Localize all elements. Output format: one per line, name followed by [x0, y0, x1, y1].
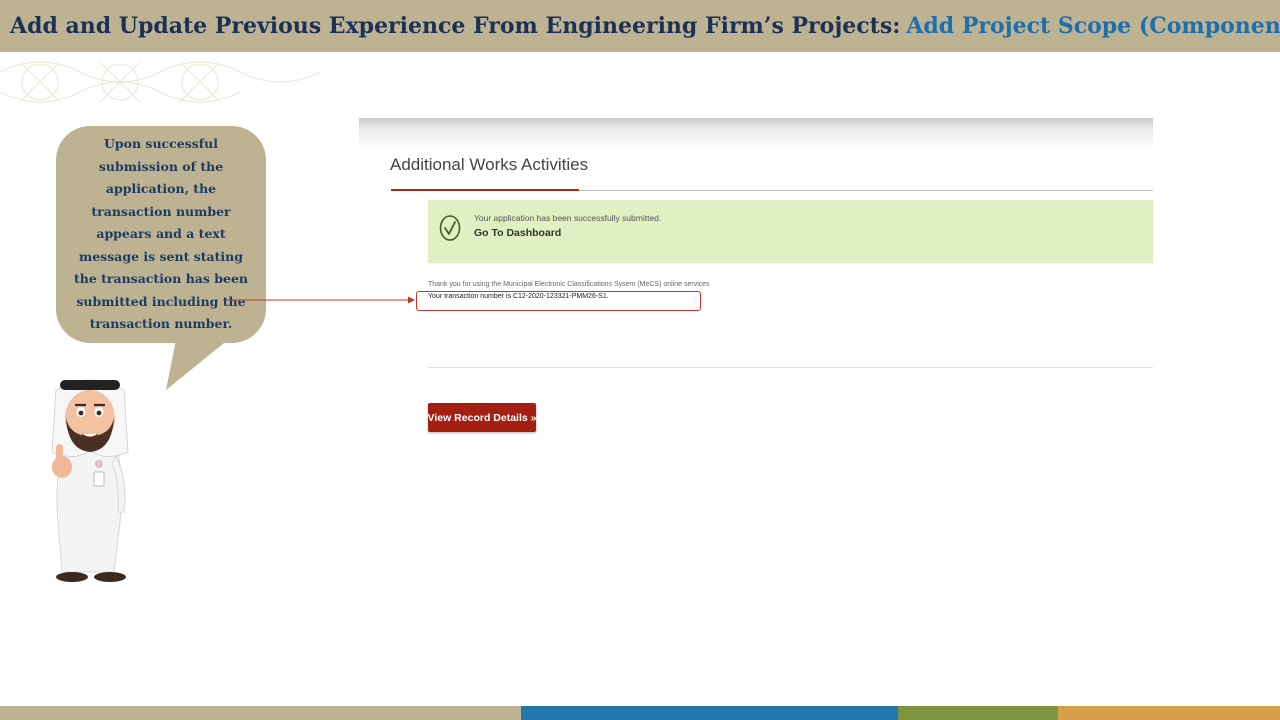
bottom-bar-segment-3	[898, 706, 1058, 720]
callout-text: Upon successful submission of the applic…	[73, 136, 249, 332]
bottom-bar-segment-4	[1058, 706, 1280, 720]
transaction-highlight-box: Your transaction number is C12-2020-1233…	[416, 291, 701, 311]
bottom-bar-segment-2	[521, 706, 898, 720]
slide-title: Add and Update Previous Experience From …	[10, 13, 901, 39]
slide-title-bar: Add and Update Previous Experience From …	[0, 0, 1280, 52]
success-message: Your application has been successfully s…	[474, 213, 662, 223]
go-to-dashboard-link[interactable]: Go To Dashboard	[474, 227, 561, 239]
view-record-details-button[interactable]: View Record Details »	[428, 403, 536, 432]
heading-accent-line	[391, 189, 579, 191]
bottom-color-bar	[0, 706, 1280, 720]
transaction-number-text: Your transaction number is C12-2020-1233…	[428, 293, 609, 300]
check-circle-icon	[439, 215, 461, 241]
guide-character	[51, 379, 129, 582]
speech-bubble: Upon successful submission of the applic…	[56, 126, 266, 343]
success-alert: Your application has been successfully s…	[428, 200, 1153, 263]
section-heading: Additional Works Activities	[390, 155, 589, 174]
slide-title-accent: Add Project Scope (Component)	[906, 13, 1280, 39]
thank-you-text: Thank you for using the Municipal Electr…	[428, 281, 710, 288]
content-divider	[428, 367, 1153, 368]
bottom-bar-segment-1	[0, 706, 521, 720]
decorative-pattern	[0, 61, 321, 103]
ui-header-shadow	[359, 118, 1153, 148]
